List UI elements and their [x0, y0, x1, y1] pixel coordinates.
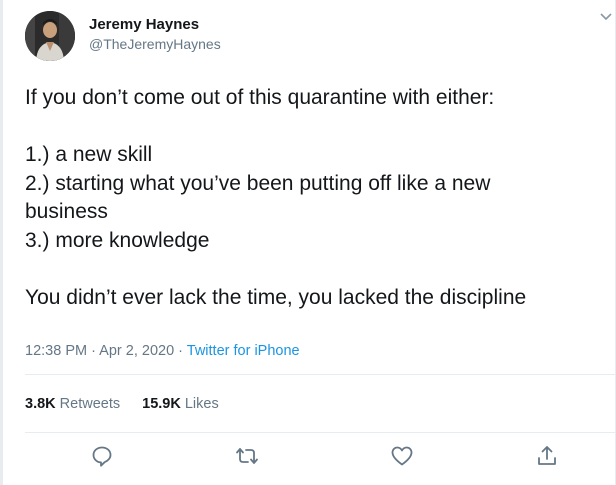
tweet-header: Jeremy Haynes @TheJeremyHaynes [25, 11, 221, 61]
meta-separator: · [174, 343, 187, 359]
retweets-count: 3.8K [25, 396, 56, 412]
tweet-stats: 3.8K Retweets 15.9K Likes [25, 396, 219, 412]
retweets-label: Retweets [59, 396, 121, 412]
heart-icon [391, 446, 413, 466]
retweet-button[interactable] [235, 444, 259, 468]
reply-icon [92, 446, 112, 467]
tweet-card: Jeremy Haynes @TheJeremyHaynes If you do… [2, 0, 616, 485]
likes-stat[interactable]: 15.9K Likes [142, 396, 219, 412]
tweet-paragraph: 1.) a new skill 2.) starting what you’ve … [25, 141, 610, 255]
tweet-text-line: business [25, 200, 108, 223]
likes-count: 15.9K [142, 396, 181, 412]
chevron-down-icon[interactable] [599, 10, 613, 24]
tweet-text: If you don’t come out of this quarantine… [25, 84, 610, 312]
likes-label: Likes [184, 396, 219, 412]
avatar-image [25, 11, 75, 61]
divider [25, 432, 615, 433]
user-handle[interactable]: @TheJeremyHaynes [89, 35, 221, 53]
tweet-paragraph: If you don’t come out of this quarantine… [25, 84, 610, 113]
tweet-actions [3, 444, 615, 474]
like-button[interactable] [390, 444, 414, 468]
retweets-stat[interactable]: 3.8K Retweets [25, 396, 120, 412]
share-icon [538, 446, 556, 465]
display-name[interactable]: Jeremy Haynes [89, 15, 221, 35]
tweet-text-line: If you don’t come out of this quarantine… [25, 86, 495, 109]
tweet-text-line: You didn’t ever lack the time, you lacke… [25, 285, 527, 309]
meta-separator: · [87, 343, 100, 359]
tweet-text-line: 2.) starting what you’ve been putting of… [25, 171, 491, 195]
retweet-icon [236, 448, 258, 464]
author-names: Jeremy Haynes @TheJeremyHaynes [89, 15, 221, 53]
divider [25, 374, 615, 375]
tweet-text-line: 1.) a new skill [25, 143, 153, 166]
tweet-meta: 12:38 PM · Apr 2, 2020 · Twitter for iPh… [25, 343, 300, 359]
tweet-source-link[interactable]: Twitter for iPhone [187, 343, 300, 359]
reply-button[interactable] [90, 444, 114, 468]
tweet-text-line: 3.) more knowledge [25, 228, 210, 252]
avatar[interactable] [25, 11, 75, 61]
tweet-date[interactable]: Apr 2, 2020 [99, 343, 174, 359]
share-button[interactable] [535, 444, 559, 468]
tweet-paragraph: You didn’t ever lack the time, you lacke… [25, 284, 610, 313]
tweet-time[interactable]: 12:38 PM [25, 343, 87, 359]
